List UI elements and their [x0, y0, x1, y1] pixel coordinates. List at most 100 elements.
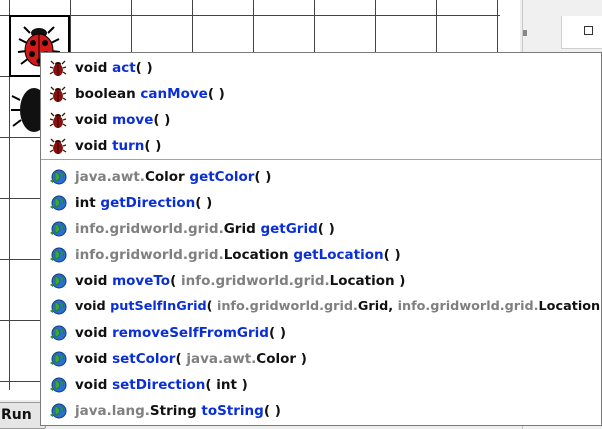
- method-name: canMove: [140, 86, 208, 102]
- actor-globe-icon: [50, 377, 67, 393]
- type-text: String: [149, 403, 202, 419]
- menu-item-set-color[interactable]: void setColor( java.awt.Color ): [41, 346, 601, 372]
- panel-tick: [523, 30, 527, 36]
- type-text: ( ): [135, 60, 153, 76]
- method-name: removeSelfFromGrid: [112, 325, 269, 341]
- bug-icon: [49, 112, 67, 128]
- menu-item-label: void moveTo( info.gridworld.grid.Locatio…: [75, 268, 405, 294]
- menu-item-label: int getDirection( ): [75, 190, 212, 216]
- type-text: Color ): [256, 351, 307, 367]
- type-text: ( ): [268, 325, 287, 341]
- bug-icon: [49, 138, 67, 154]
- type-text: ( ): [207, 86, 225, 102]
- type-text: Location ): [329, 273, 406, 289]
- window-controls: [561, 16, 602, 49]
- menu-item-get-direction[interactable]: int getDirection( ): [41, 190, 601, 216]
- method-name: toString: [201, 403, 264, 419]
- type-text: void: [75, 138, 113, 154]
- menu-item-can-move[interactable]: boolean canMove( ): [41, 81, 601, 107]
- type-text: void: [75, 299, 111, 314]
- package-prefix: info.gridworld.grid.: [75, 247, 224, 263]
- type-text: void: [75, 377, 113, 393]
- actor-globe-icon: [50, 169, 67, 185]
- menu-item-get-color[interactable]: java.awt.Color getColor( ): [41, 164, 601, 190]
- menu-item-act[interactable]: void act( ): [41, 55, 601, 81]
- menu-item-label: void setColor( java.awt.Color ): [75, 346, 307, 372]
- menu-item-label: void putSelfInGrid( info.gridworld.grid.…: [75, 294, 602, 320]
- menu-item-turn[interactable]: void turn( ): [41, 133, 601, 159]
- type-text: ( int ): [205, 377, 248, 393]
- menu-item-label: void move( ): [75, 107, 170, 133]
- menu-item-remove-self-from-grid[interactable]: void removeSelfFromGrid( ): [41, 320, 601, 346]
- menu-item-label: info.gridworld.grid.Location getLocation…: [75, 242, 401, 268]
- package-prefix: info.gridworld.grid.: [75, 221, 224, 237]
- menu-item-get-grid[interactable]: info.gridworld.grid.Grid getGrid( ): [41, 216, 601, 242]
- menu-item-put-self-in-grid[interactable]: void putSelfInGrid( info.gridworld.grid.…: [41, 294, 602, 320]
- method-name: getGrid: [260, 221, 318, 237]
- menu-separator: [41, 159, 601, 160]
- type-text: (: [206, 299, 217, 314]
- menu-item-get-location[interactable]: info.gridworld.grid.Location getLocation…: [41, 242, 601, 268]
- method-name: act: [112, 60, 136, 76]
- type-text: Location ): [538, 299, 602, 314]
- menu-item-label: java.lang.String toString( ): [75, 398, 281, 424]
- method-name: turn: [112, 138, 145, 154]
- black-bug-icon: [11, 88, 40, 132]
- actor-globe-icon: [50, 299, 67, 315]
- package-prefix: info.gridworld.grid.: [397, 299, 539, 314]
- method-name: getLocation: [293, 247, 384, 263]
- restore-icon[interactable]: [584, 26, 593, 35]
- actor-globe-icon: [50, 221, 67, 237]
- method-name: move: [112, 112, 154, 128]
- actor-globe-icon: [50, 247, 67, 263]
- type-text: int: [75, 195, 101, 211]
- type-text: Location: [223, 247, 294, 263]
- type-text: (: [170, 273, 181, 289]
- type-text: void: [75, 112, 113, 128]
- menu-item-label: boolean canMove( ): [75, 81, 225, 107]
- method-name: setColor: [112, 351, 176, 367]
- bug-icon: [49, 86, 67, 102]
- method-context-menu: void act( ) boolean canMove( ) void move…: [40, 52, 602, 426]
- type-text: ( ): [317, 221, 335, 237]
- package-prefix: java.awt.: [186, 351, 257, 367]
- type-text: void: [75, 60, 113, 76]
- method-name: setDirection: [112, 377, 206, 393]
- menu-item-label: void act( ): [75, 55, 153, 81]
- bug-icon: [49, 60, 67, 76]
- method-name: getDirection: [100, 195, 196, 211]
- method-name: moveTo: [112, 273, 171, 289]
- type-text: ( ): [254, 169, 272, 185]
- grid-line: [0, 15, 500, 16]
- type-text: Color: [144, 169, 190, 185]
- menu-item-move[interactable]: void move( ): [41, 107, 601, 133]
- actor-globe-icon: [50, 325, 67, 341]
- type-text: boolean: [75, 86, 141, 102]
- menu-item-to-string[interactable]: java.lang.String toString( ): [41, 398, 601, 424]
- package-prefix: info.gridworld.grid.: [180, 273, 330, 289]
- type-text: ( ): [144, 138, 162, 154]
- method-name: getColor: [189, 169, 255, 185]
- package-prefix: java.lang.: [75, 403, 150, 419]
- menu-item-label: info.gridworld.grid.Grid getGrid( ): [75, 216, 335, 242]
- menu-item-label: void removeSelfFromGrid( ): [75, 320, 286, 346]
- actor-globe-icon: [50, 403, 67, 419]
- actor-globe-icon: [50, 195, 67, 211]
- package-prefix: info.gridworld.grid.: [216, 299, 358, 314]
- type-text: ( ): [383, 247, 401, 263]
- package-prefix: java.awt.: [75, 169, 145, 185]
- type-text: Grid: [223, 221, 261, 237]
- type-text: ( ): [263, 403, 281, 419]
- type-text: void: [75, 325, 113, 341]
- type-text: ( ): [195, 195, 213, 211]
- actor-globe-icon: [50, 273, 67, 289]
- type-text: (: [175, 351, 187, 367]
- type-text: void: [75, 273, 113, 289]
- actor-globe-icon: [50, 351, 67, 367]
- menu-item-move-to[interactable]: void moveTo( info.gridworld.grid.Locatio…: [41, 268, 601, 294]
- menu-item-label: java.awt.Color getColor( ): [75, 164, 271, 190]
- type-text: Grid,: [357, 299, 398, 314]
- menu-item-set-direction[interactable]: void setDirection( int ): [41, 372, 601, 398]
- menu-item-label: void turn( ): [75, 133, 161, 159]
- type-text: ( ): [153, 112, 171, 128]
